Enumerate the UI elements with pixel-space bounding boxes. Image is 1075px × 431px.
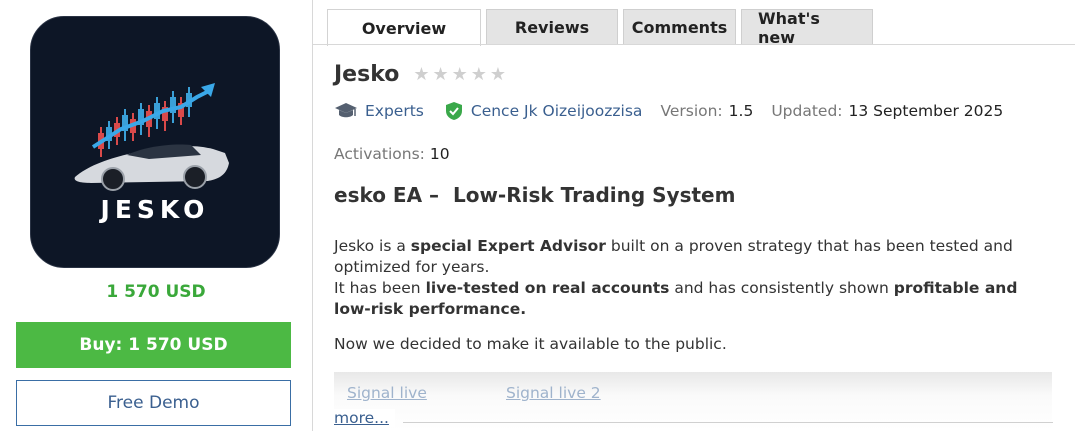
version-label: Version: [660, 102, 723, 120]
category-link[interactable]: Experts [365, 102, 424, 120]
car-chart-illustration [74, 83, 229, 191]
activations-value: 10 [429, 145, 450, 163]
star-icon[interactable]: ★ [471, 65, 487, 84]
star-icon[interactable]: ★ [452, 65, 468, 84]
desc-bold: special Expert Advisor [410, 237, 606, 255]
tab-comments[interactable]: Comments [623, 9, 736, 45]
tab-divider [313, 44, 1075, 45]
desc-text: Jesko is a [334, 237, 411, 255]
meta-row: Experts Cence Jk Oizeijoozzisa Version: … [334, 101, 1003, 121]
desc-text: and has consistently shown [669, 279, 894, 297]
product-details-panel: Overview Reviews Comments What's new Jes… [312, 0, 1075, 431]
desc-text: It has been [334, 279, 426, 297]
updated-label: Updated: [771, 102, 843, 120]
star-icon[interactable]: ★ [490, 65, 506, 84]
description-text: Jesko is a special Expert Advisor built … [334, 236, 1049, 320]
rating-stars[interactable]: ★ ★ ★ ★ ★ [413, 65, 509, 84]
tab-bar: Overview Reviews Comments What's new [327, 9, 878, 47]
description-heading: esko EA – Low-Risk Trading System [334, 183, 736, 207]
free-demo-button[interactable]: Free Demo [16, 380, 291, 426]
star-icon[interactable]: ★ [433, 65, 449, 84]
tab-reviews[interactable]: Reviews [486, 9, 618, 45]
activations-label: Activations: [334, 145, 425, 163]
version-value: 1.5 [728, 102, 754, 120]
updated-value: 13 September 2025 [848, 102, 1004, 120]
buy-button[interactable]: Buy: 1 570 USD [16, 322, 291, 368]
more-link[interactable]: more... [334, 409, 395, 427]
tab-whats-new[interactable]: What's new [741, 9, 873, 47]
description-paragraph: Now we decided to make it available to t… [334, 335, 727, 353]
product-sidebar: JESKO 1 570 USD Buy: 1 570 USD Free Demo [0, 0, 312, 431]
verified-shield-icon [445, 102, 462, 120]
desc-bold: live-tested on real accounts [425, 279, 670, 297]
star-icon[interactable]: ★ [413, 65, 429, 84]
graduation-cap-icon [335, 103, 357, 118]
product-title: Jesko [334, 62, 400, 87]
activations: Activations: 10 [334, 145, 450, 163]
tab-overview[interactable]: Overview [327, 9, 481, 46]
signal-link[interactable]: Signal live [347, 384, 427, 402]
product-price: 1 570 USD [106, 282, 206, 302]
signal-link[interactable]: Signal live 2 [506, 384, 601, 402]
product-logo-text: JESKO [100, 195, 210, 224]
more-divider [403, 422, 1053, 423]
author-link[interactable]: Cence Jk Oizeijoozzisa [471, 102, 643, 120]
title-row: Jesko ★ ★ ★ ★ ★ [334, 62, 509, 87]
product-logo-image[interactable]: JESKO [30, 16, 280, 268]
